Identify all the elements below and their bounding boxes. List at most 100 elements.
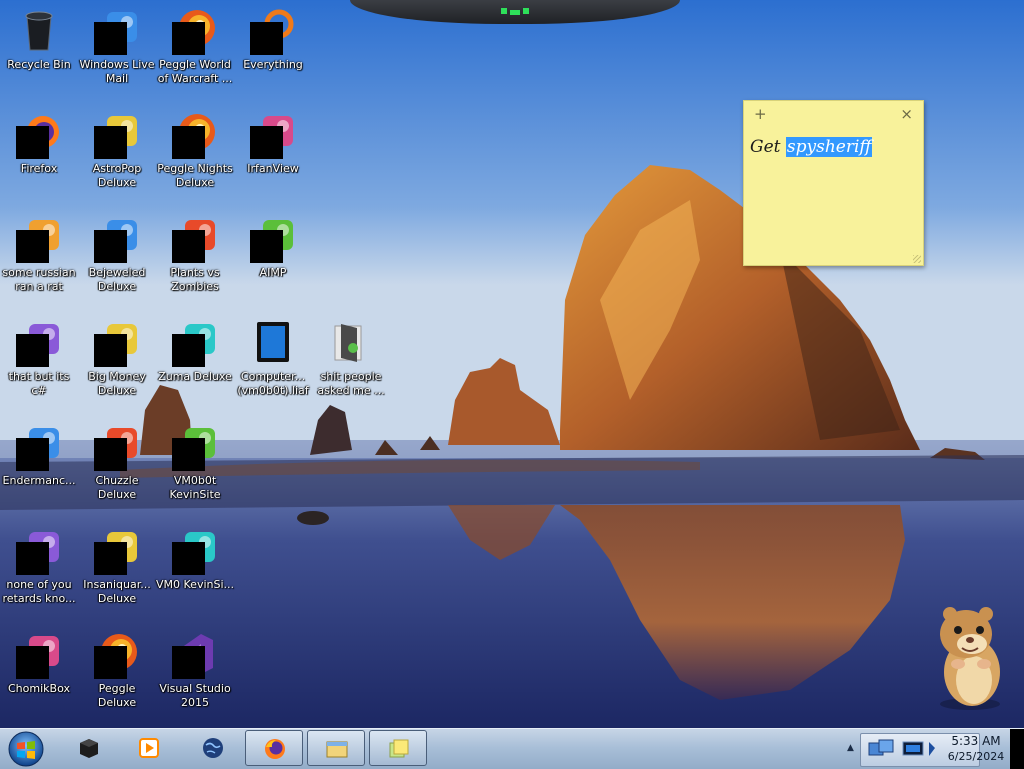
desktop-icon-label: Chuzzle Deluxe — [95, 474, 139, 501]
desktop-icon[interactable]: AIMP — [234, 208, 312, 306]
show-desktop-button[interactable] — [1010, 729, 1024, 769]
desktop-icon[interactable]: none of you retards kno... — [0, 520, 78, 618]
taskbar-button-sticky-notes[interactable] — [369, 730, 427, 766]
desktop-icon-label: AIMP — [259, 266, 287, 279]
taskbar: ▲ 5:33 AM 6/25/2024 — [0, 728, 1024, 769]
desktop-icon[interactable]: Peggle Deluxe — [78, 624, 156, 722]
system-tray: ▲ 5:33 AM 6/25/2024 — [840, 729, 1024, 769]
censor-block — [16, 542, 49, 575]
censor-block — [94, 542, 127, 575]
censor-block — [94, 438, 127, 471]
folder-icon — [327, 318, 375, 366]
desktop-icon[interactable]: ChomikBox — [0, 624, 78, 722]
tray-expand-icon[interactable]: ▲ — [847, 743, 854, 753]
censor-block — [16, 646, 49, 679]
desktop-icon-label: AstroPop Deluxe — [92, 162, 142, 189]
desktop-icon-label: Peggle Deluxe — [97, 682, 137, 709]
desktop-icon[interactable]: Insaniquar... Deluxe — [78, 520, 156, 618]
desktop-icon[interactable]: AstroPop Deluxe — [78, 104, 156, 202]
desktop-icon-label: VM0b0t KevinSite — [169, 474, 221, 501]
desktop-icon[interactable]: Visual Studio 2015 — [156, 624, 234, 722]
desktop-icon[interactable]: Big Money Deluxe — [78, 312, 156, 410]
desktop-icon-label: IrfanView — [247, 162, 299, 175]
censor-block — [172, 126, 205, 159]
taskbar-sticky-notes-icon — [389, 739, 409, 758]
censor-block — [172, 646, 205, 679]
censor-block — [94, 126, 127, 159]
taskbar-button-explorer[interactable] — [307, 730, 365, 766]
desktop-icon[interactable]: Peggle Nights Deluxe — [156, 104, 234, 202]
resize-grip-icon[interactable] — [913, 255, 921, 263]
desktop-icon[interactable]: VM0b0t KevinSite — [156, 416, 234, 514]
desktop-icon[interactable]: that but its c# — [0, 312, 78, 410]
desktop-icon-label: that but its c# — [8, 370, 70, 397]
desktop-icon-label: Zuma Deluxe — [158, 370, 232, 383]
desktop-icon-label: Recycle Bin — [7, 58, 71, 71]
clock-date[interactable]: 6/25/2024 — [944, 750, 1008, 763]
taskbar-firefox-icon — [265, 739, 285, 759]
desktop-icon-label: Big Money Deluxe — [88, 370, 146, 397]
desktop-icon-label: Peggle Nights Deluxe — [157, 162, 233, 189]
desktop-icon[interactable]: Windows Live Mail — [78, 0, 156, 98]
sticky-note-selected-text: spysheriff — [785, 137, 873, 157]
desktop-icon-label: Endermanc... — [2, 474, 76, 487]
desktop-icon[interactable]: Zuma Deluxe — [156, 312, 234, 410]
desktop-icon[interactable]: Firefox — [0, 104, 78, 202]
desktop-icon-label: Plants vs Zombies — [170, 266, 220, 293]
desktop-icon[interactable]: Recycle Bin — [0, 0, 78, 98]
desktop-icon[interactable]: Plants vs Zombies — [156, 208, 234, 306]
desktop-icon-label: Computer... (vm0b0t).liaf — [237, 370, 309, 397]
desktop-icon[interactable]: Endermanc... — [0, 416, 78, 514]
desktop-icon-label: shit people asked me ... — [317, 370, 385, 397]
desktop-icon[interactable]: VM0 KevinSi... — [156, 520, 234, 618]
desktop-icon[interactable]: Bejeweled Deluxe — [78, 208, 156, 306]
censor-block — [94, 22, 127, 55]
taskbar-globe-icon — [203, 738, 223, 758]
status-led-icon — [501, 8, 529, 15]
desktop-icon-label: some russian ran a rat — [2, 266, 76, 293]
desktop-icon[interactable]: shit people asked me ... — [312, 312, 390, 410]
censor-block — [250, 126, 283, 159]
desktop-icon[interactable]: some russian ran a rat — [0, 208, 78, 306]
taskbar-button-globe[interactable] — [184, 730, 242, 766]
desktop-icon[interactable]: Peggle World of Warcraft ... — [156, 0, 234, 98]
sticky-close-button[interactable]: × — [900, 105, 913, 123]
desktop-icon-grid: Recycle Bin Windows Live Mail Peggle World… — [0, 0, 400, 728]
desktop-icon[interactable]: Chuzzle Deluxe — [78, 416, 156, 514]
taskbar-button-firefox[interactable] — [245, 730, 303, 766]
desktop-icon[interactable]: Everything — [234, 0, 312, 98]
desktop-icon-label: Insaniquar... Deluxe — [83, 578, 151, 605]
taskbar-button-media-player[interactable] — [120, 730, 178, 766]
recycle-bin-icon — [15, 6, 63, 54]
censor-block — [16, 438, 49, 471]
censor-block — [172, 230, 205, 263]
censor-block — [172, 22, 205, 55]
desktop-icon-label: ChomikBox — [8, 682, 70, 695]
censor-block — [250, 230, 283, 263]
windows-start-icon[interactable] — [6, 730, 46, 768]
taskbar-blackbox-icon — [80, 739, 98, 758]
censor-block — [172, 334, 205, 367]
desktop-icon-label: Bejeweled Deluxe — [88, 266, 146, 293]
censor-block — [172, 542, 205, 575]
taskbar-explorer-icon — [326, 741, 348, 758]
desktop-icon[interactable]: IrfanView — [234, 104, 312, 202]
sticky-note-text[interactable]: Get spysheriff — [750, 137, 873, 157]
censor-block — [16, 334, 49, 367]
taskbar-button-blackbox[interactable] — [60, 730, 118, 766]
clock-time[interactable]: 5:33 AM — [944, 734, 1008, 748]
censor-block — [16, 126, 49, 159]
censor-block — [94, 230, 127, 263]
desktop-icon-label: VM0 KevinSi... — [156, 578, 235, 591]
sticky-add-button[interactable]: + — [754, 105, 767, 123]
sticky-note[interactable]: + × Get spysheriff — [743, 100, 924, 266]
computer-icon — [249, 318, 297, 366]
hamster-desktop-pet-icon[interactable] — [928, 600, 1010, 712]
sticky-note-text-prefix: Get — [750, 137, 786, 157]
censor-block — [172, 438, 205, 471]
desktop-icon-label: Windows Live Mail — [79, 58, 155, 85]
censor-block — [94, 646, 127, 679]
desktop-icon-label: none of you retards kno... — [2, 578, 76, 605]
desktop-icon[interactable]: Computer... (vm0b0t).liaf — [234, 312, 312, 410]
tray-network-icon[interactable] — [865, 734, 945, 766]
